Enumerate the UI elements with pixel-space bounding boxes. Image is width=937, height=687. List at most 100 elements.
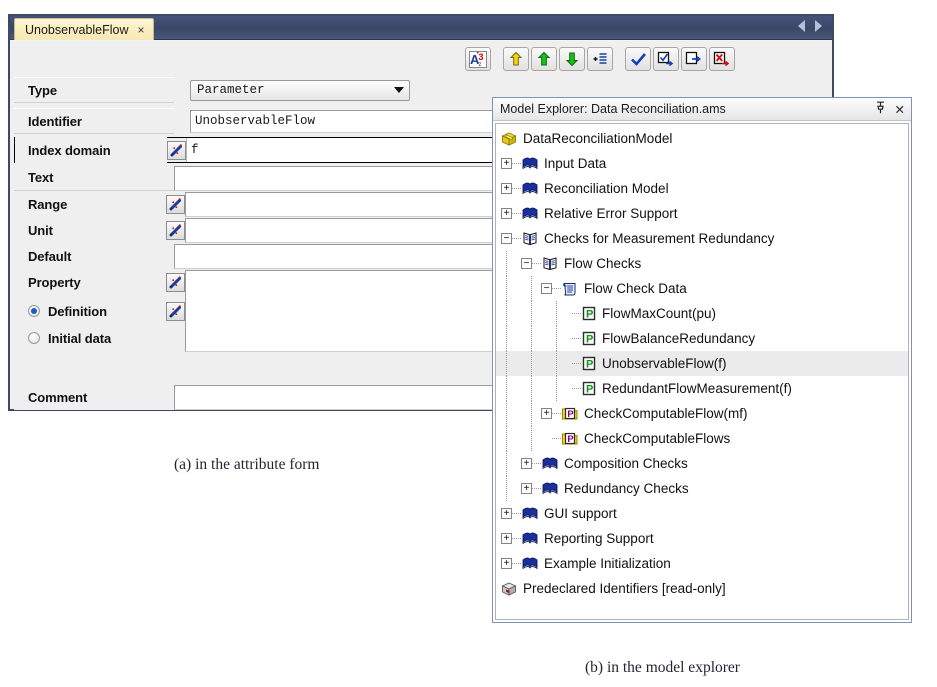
expander-plus-icon[interactable]: + bbox=[501, 183, 512, 194]
sort-az-button[interactable]: A 3 z bbox=[465, 47, 491, 71]
book-closed-icon bbox=[521, 556, 539, 571]
attr-label-range: Range bbox=[28, 196, 68, 212]
tree-node[interactable]: + Redundancy Checks bbox=[496, 476, 908, 501]
model-tree[interactable]: DataReconciliationModel + Input Data + R… bbox=[495, 123, 909, 620]
tree-node-label: CheckComputableFlows bbox=[584, 431, 731, 446]
wizard-icon-definition[interactable] bbox=[166, 301, 185, 321]
radio-definition-label: Definition bbox=[48, 303, 107, 319]
book-closed-icon bbox=[521, 531, 539, 546]
cancel-next-button[interactable] bbox=[709, 47, 735, 71]
tree-node[interactable]: + Relative Error Support bbox=[496, 201, 908, 226]
tree-node[interactable]: + Composition Checks bbox=[496, 451, 908, 476]
move-up-button[interactable] bbox=[531, 47, 557, 71]
tree-node-label: Reporting Support bbox=[544, 531, 654, 546]
expander-plus-icon[interactable]: + bbox=[501, 558, 512, 569]
close-icon[interactable]: × bbox=[138, 24, 145, 36]
tree-node[interactable]: + GUI support bbox=[496, 501, 908, 526]
caption-b: (b) in the model explorer bbox=[585, 659, 740, 676]
tree-node[interactable]: P FlowMaxCount(pu) bbox=[496, 301, 908, 326]
expander-minus-icon[interactable]: − bbox=[501, 233, 512, 244]
tree-node-label: Flow Check Data bbox=[584, 281, 687, 296]
toolbar-group-sort: A 3 z bbox=[465, 47, 491, 71]
chevron-right-icon[interactable] bbox=[815, 20, 822, 32]
tree-node[interactable]: P RedundantFlowMeasurement(f) bbox=[496, 376, 908, 401]
radio-initial-data-label: Initial data bbox=[48, 330, 112, 346]
tree-node-label: Predeclared Identifiers [read-only] bbox=[523, 581, 726, 596]
book-open-icon bbox=[541, 256, 559, 271]
expander-plus-icon[interactable]: + bbox=[521, 483, 532, 494]
wizard-icon-property[interactable] bbox=[166, 272, 185, 292]
parameter-icon: P bbox=[581, 306, 597, 321]
expander-plus-icon[interactable]: + bbox=[501, 158, 512, 169]
tree-node[interactable]: − Flow Check Data bbox=[496, 276, 908, 301]
expander-plus-icon[interactable]: + bbox=[501, 533, 512, 544]
radio-initial-data[interactable]: Initial data bbox=[14, 325, 154, 351]
expander-minus-icon[interactable]: − bbox=[521, 258, 532, 269]
tree-node-selected[interactable]: P UnobservableFlow(f) bbox=[496, 351, 908, 376]
tree-node[interactable]: + Input Data bbox=[496, 151, 908, 176]
svg-text:z: z bbox=[479, 62, 482, 68]
tree-node[interactable]: + Reporting Support bbox=[496, 526, 908, 551]
wizard-icon-range[interactable] bbox=[166, 194, 185, 214]
identifier-value: UnobservableFlow bbox=[195, 114, 316, 128]
chevron-down-icon[interactable] bbox=[394, 87, 404, 93]
indent-button[interactable] bbox=[587, 47, 613, 71]
book-closed-icon bbox=[521, 156, 539, 171]
declaration-scroll-icon bbox=[561, 281, 579, 297]
tree-node-label: Composition Checks bbox=[564, 456, 688, 471]
tree-node[interactable]: + P CheckComputableFlow(mf) bbox=[496, 401, 908, 426]
attr-label-unit: Unit bbox=[28, 222, 53, 238]
radio-initial-data-icon[interactable] bbox=[28, 332, 40, 344]
radio-definition[interactable]: Definition bbox=[14, 298, 154, 324]
wizard-icon-index-domain[interactable] bbox=[167, 140, 186, 160]
expander-plus-icon[interactable]: + bbox=[541, 408, 552, 419]
wizard-icon-unit[interactable] bbox=[166, 220, 185, 240]
move-up-level-button[interactable] bbox=[503, 47, 529, 71]
check-and-next-button[interactable] bbox=[653, 47, 679, 71]
book-closed-icon bbox=[541, 481, 559, 496]
expander-minus-icon[interactable]: − bbox=[541, 283, 552, 294]
attr-label-type: Type bbox=[28, 82, 57, 98]
tree-node[interactable]: + Example Initialization bbox=[496, 551, 908, 576]
tree-node[interactable]: P FlowBalanceRedundancy bbox=[496, 326, 908, 351]
tree-node[interactable]: Predeclared Identifiers [read-only] bbox=[496, 576, 908, 601]
tree-node-label: FlowBalanceRedundancy bbox=[602, 331, 756, 346]
attr-label-identifier: Identifier bbox=[28, 113, 82, 129]
tab-nav-arrows bbox=[798, 20, 822, 32]
attr-label-index-domain: Index domain bbox=[28, 142, 111, 158]
toolbar-group-move bbox=[503, 47, 613, 71]
expander-plus-icon[interactable]: + bbox=[501, 508, 512, 519]
tree-node[interactable]: + Reconciliation Model bbox=[496, 176, 908, 201]
model-explorer-title: Model Explorer: Data Reconciliation.ams bbox=[500, 102, 726, 116]
tree-node[interactable]: − Flow Checks bbox=[496, 251, 908, 276]
attr-row-initial-data: Initial data bbox=[14, 325, 154, 351]
attr-label-cell-comment: Comment bbox=[14, 384, 174, 410]
parameter-icon: P bbox=[581, 356, 597, 371]
tree-node-label: Input Data bbox=[544, 156, 607, 171]
tree-node-label: FlowMaxCount(pu) bbox=[602, 306, 717, 321]
radio-definition-icon[interactable] bbox=[28, 305, 40, 317]
tree-node[interactable]: DataReconciliationModel bbox=[496, 126, 908, 151]
tab-unobservableflow[interactable]: UnobservableFlow × bbox=[14, 18, 154, 40]
svg-text:P: P bbox=[586, 384, 593, 396]
tree-node-label: UnobservableFlow(f) bbox=[602, 356, 727, 371]
attr-label-cell-text: Text bbox=[14, 165, 174, 191]
close-icon[interactable]: ✕ bbox=[895, 102, 905, 117]
tree-node[interactable]: − Checks for Measurement Redundancy bbox=[496, 226, 908, 251]
tree-node-label: GUI support bbox=[544, 506, 617, 521]
page-next-button[interactable] bbox=[681, 47, 707, 71]
attr-label-text: Text bbox=[28, 170, 54, 185]
parameter-icon: P bbox=[581, 331, 597, 346]
attr-label-cell-default: Default bbox=[14, 243, 174, 269]
expander-plus-icon[interactable]: + bbox=[521, 458, 532, 469]
check-button[interactable] bbox=[625, 47, 651, 71]
pin-icon[interactable] bbox=[875, 101, 886, 117]
move-down-button[interactable] bbox=[559, 47, 585, 71]
attr-label-cell-unit: Unit bbox=[14, 217, 154, 243]
expander-plus-icon[interactable]: + bbox=[501, 208, 512, 219]
chevron-left-icon[interactable] bbox=[798, 20, 805, 32]
form-titlebar: UnobservableFlow × bbox=[10, 16, 832, 40]
type-combobox[interactable]: Parameter bbox=[190, 79, 410, 101]
tree-node-label: Redundancy Checks bbox=[564, 481, 689, 496]
tree-node[interactable]: P CheckComputableFlows bbox=[496, 426, 908, 451]
